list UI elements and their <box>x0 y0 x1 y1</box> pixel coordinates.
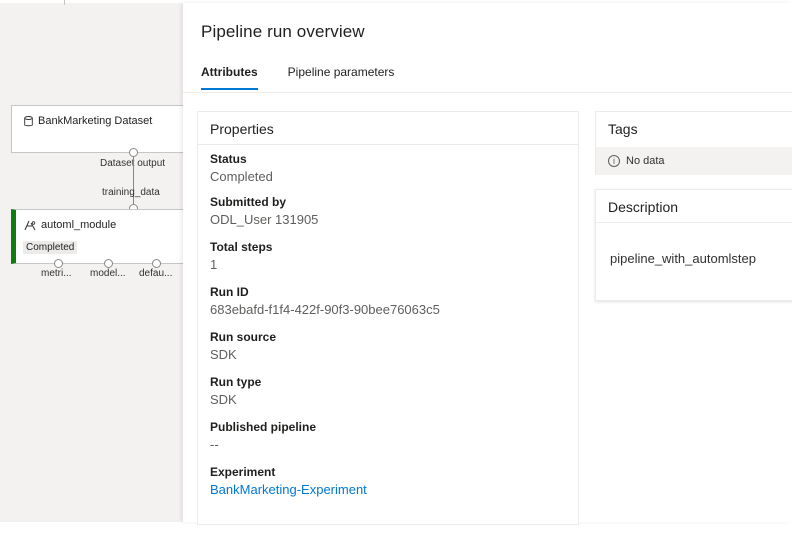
tags-empty-state: i No data <box>596 147 792 175</box>
info-icon: i <box>608 155 620 167</box>
description-text: pipeline_with_automlstep <box>610 251 756 266</box>
property-value: Completed <box>210 169 273 184</box>
tab-attributes[interactable]: Attributes <box>201 65 258 90</box>
property-label: Total steps <box>210 240 273 254</box>
property-run-type: Run type SDK <box>198 375 578 407</box>
property-run-source: Run source SDK <box>198 330 578 362</box>
property-submitted-by: Submitted by ODL_User 131905 <box>198 195 578 227</box>
property-label: Run type <box>210 375 262 389</box>
property-status: Status Completed <box>198 152 578 184</box>
pipeline-canvas[interactable]: BankMarketing Dataset Dataset output tra… <box>0 0 183 522</box>
tabs-divider <box>183 92 792 93</box>
training-data-port-label: training_data <box>102 187 160 198</box>
property-label: Run ID <box>210 285 249 299</box>
dataset-node-title: BankMarketing Dataset <box>24 115 152 127</box>
model-output-port[interactable] <box>104 259 113 268</box>
property-run-id: Run ID 683ebafd-f1f4-422f-90f3-90bee7606… <box>198 285 578 317</box>
default-output-port[interactable] <box>152 259 161 268</box>
default-port-label: defau... <box>139 268 173 279</box>
database-icon <box>24 115 33 126</box>
pipeline-run-overview-panel: Pipeline run overview Attributes Pipelin… <box>183 3 792 525</box>
property-label: Submitted by <box>210 195 287 209</box>
metrics-port-label: metri... <box>41 268 72 279</box>
status-badge: Completed <box>23 241 78 254</box>
tags-header: Tags <box>608 121 638 137</box>
tab-bar: Attributes Pipeline parameters <box>201 65 394 90</box>
property-total-steps: Total steps 1 <box>198 240 578 272</box>
property-value: -- <box>210 437 219 452</box>
dataset-node-label: BankMarketing Dataset <box>38 115 153 127</box>
property-value: 1 <box>210 257 218 272</box>
automl-module-node[interactable]: automl_module Completed <box>11 209 183 264</box>
property-value: SDK <box>210 392 237 407</box>
canvas-divider <box>64 0 65 5</box>
property-label: Published pipeline <box>210 420 317 434</box>
tags-card: Tags i No data <box>595 111 792 175</box>
property-value: SDK <box>210 347 237 362</box>
automl-node-title: automl_module <box>24 219 116 231</box>
property-label: Run source <box>210 330 277 344</box>
property-value: 683ebafd-f1f4-422f-90f3-90bee76063c5 <box>210 302 440 317</box>
dataset-output-port[interactable] <box>129 148 138 157</box>
properties-card: Properties Status Completed Submitted by… <box>197 111 579 525</box>
property-label: Status <box>210 152 247 166</box>
experiment-link[interactable]: BankMarketing-Experiment <box>210 482 566 497</box>
description-header: Description <box>596 190 792 223</box>
tab-pipeline-parameters[interactable]: Pipeline parameters <box>288 65 395 90</box>
metrics-output-port[interactable] <box>54 259 63 268</box>
model-port-label: model... <box>90 268 126 279</box>
property-published-pipeline: Published pipeline -- <box>198 420 578 452</box>
property-label: Experiment <box>210 465 276 479</box>
canvas-top-border <box>0 0 183 3</box>
property-value: ODL_User 131905 <box>210 212 319 227</box>
dataset-node[interactable]: BankMarketing Dataset <box>11 105 183 153</box>
property-experiment: Experiment BankMarketing-Experiment <box>198 465 578 497</box>
properties-header: Properties <box>198 112 578 145</box>
panel-title: Pipeline run overview <box>201 22 365 41</box>
automl-module-icon <box>24 220 36 230</box>
tags-empty-text: No data <box>626 155 665 167</box>
description-card: Description pipeline_with_automlstep <box>595 189 792 301</box>
automl-node-label: automl_module <box>41 219 117 231</box>
